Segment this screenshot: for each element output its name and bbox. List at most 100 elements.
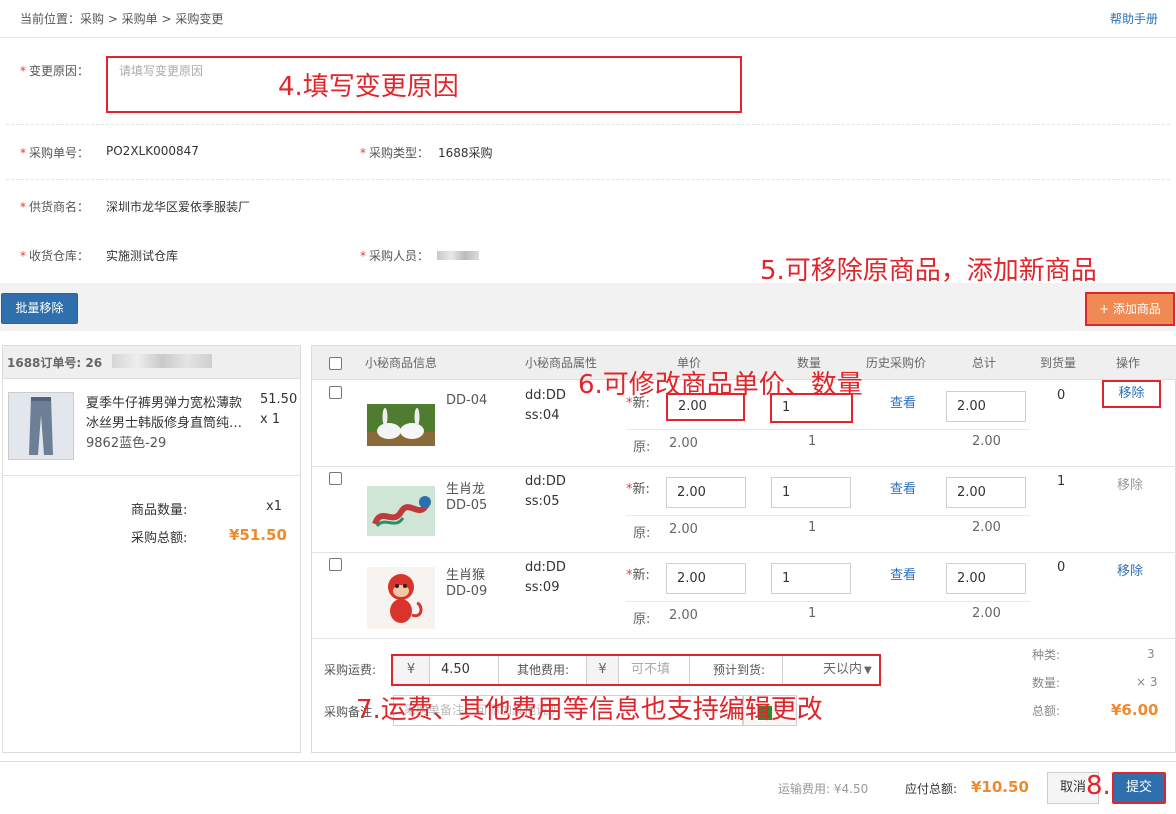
col-product-info: 小秘商品信息 (365, 356, 438, 370)
row-history-view-link[interactable]: 查看 (890, 564, 916, 583)
row-orig-total: 2.00 (972, 606, 1001, 621)
product-thumbnail-jeans (8, 392, 74, 460)
row-new-label: *新: (626, 482, 650, 497)
row-remove-link[interactable]: 移除 (1117, 560, 1143, 579)
row-qty-input[interactable]: 1 (771, 563, 851, 594)
shipping-fee-input[interactable]: 4.50 (441, 656, 497, 684)
submit-button[interactable]: 提交 (1112, 772, 1166, 804)
row-divider (312, 466, 1176, 467)
row-attr-1: dd:DD (525, 388, 566, 403)
row-qty-input[interactable]: 1 (770, 393, 853, 423)
col-history-price: 历史采购价 (866, 356, 927, 370)
row-attr-2: ss:09 (525, 580, 560, 595)
row-product-code: DD-09 (446, 584, 488, 599)
currency-symbol: ¥ (587, 656, 618, 684)
row-price-input[interactable]: 2.00 (666, 393, 745, 421)
row-orig-label: 原: (633, 440, 651, 455)
toolbar-band (0, 283, 1176, 331)
footer-payable-label: 应付总额: (905, 782, 958, 796)
order-total-label: 采购总额: (131, 531, 188, 546)
shipping-fee-label: 采购运费: (324, 663, 377, 677)
row-orig-qty: 1 (808, 520, 817, 535)
row-orig-price: 2.00 (669, 522, 698, 537)
row-new-label: *新: (626, 396, 650, 411)
product-thumbnail-monkey (367, 567, 435, 629)
row-price-input[interactable]: 2.00 (666, 477, 746, 508)
eta-label: 预计到货: (713, 663, 766, 677)
product-thumbnail-rabbits (367, 404, 435, 446)
divider (498, 656, 499, 684)
fee-bar: ¥ 4.50 其他费用: ¥ 可不填 预计到货: 天以内 ▼ (391, 654, 881, 686)
row-arrived: 0 (1057, 560, 1066, 575)
add-product-button[interactable]: + 添加商品 (1085, 292, 1175, 326)
po-value: PO2XLK000847 (106, 144, 199, 158)
row-orig-price: 2.00 (669, 608, 698, 623)
row-product-code: DD-05 (446, 498, 488, 513)
item-count-label: 商品数量: (131, 503, 188, 518)
row-attr-2: ss:04 (525, 408, 560, 423)
summary-qty-value: × 3 (1136, 675, 1158, 689)
row-orig-label: 原: (633, 612, 651, 627)
footer-shipping: 运输费用: ¥4.50 (778, 782, 869, 796)
product-price: 51.50 (260, 392, 298, 407)
row-arrived: 1 (1057, 474, 1066, 489)
order-total-value: ¥51.50 (229, 526, 287, 544)
row-arrived: 0 (1057, 388, 1066, 403)
row-attr-1: dd:DD (525, 474, 566, 489)
other-fee-input[interactable]: 可不填 (631, 656, 670, 684)
divider (782, 656, 783, 684)
help-link[interactable]: 帮助手册 (1110, 10, 1158, 27)
summary-total-label: 总额: (1032, 704, 1061, 718)
item-count-value: x1 (266, 499, 282, 514)
divider (626, 601, 1030, 602)
product-name-line1: 夏季牛仔裤男弹力宽松薄款 (86, 396, 243, 411)
row-checkbox[interactable] (329, 472, 342, 485)
warehouse-value: 实施测试仓库 (106, 249, 179, 263)
row-checkbox[interactable] (329, 386, 342, 399)
row-qty-input[interactable]: 1 (771, 477, 851, 508)
row-orig-qty: 1 (808, 606, 817, 621)
annotation-8: 8. (1086, 771, 1111, 801)
row-product-name: 生肖猴 (446, 568, 486, 583)
batch-remove-button[interactable]: 批量移除 (1, 293, 78, 324)
row-history-view-link[interactable]: 查看 (890, 392, 916, 411)
divider (626, 515, 1030, 516)
row-product-name: 生肖龙 (446, 482, 486, 497)
row-product-code: DD-04 (446, 393, 488, 408)
row-attr-1: dd:DD (525, 560, 566, 575)
col-actions: 操作 (1116, 356, 1141, 370)
other-fee-label: 其他费用: (517, 663, 570, 677)
row-remove-link[interactable]: 移除 (1102, 380, 1161, 408)
annotation-4: 4.填写变更原因 (278, 72, 459, 102)
row-total-input[interactable]: 2.00 (946, 477, 1026, 508)
divider (618, 656, 619, 684)
select-all-checkbox[interactable] (329, 357, 342, 370)
eta-select[interactable]: 天以内 ▼ (823, 656, 872, 684)
row-history-view-link[interactable]: 查看 (890, 478, 916, 497)
header-divider (0, 37, 1176, 38)
type-value: 1688采购 (438, 146, 493, 160)
summary-total-value: ¥6.00 (1111, 701, 1159, 719)
kinds-label: 种类: (1032, 648, 1061, 662)
row-divider (312, 638, 1176, 639)
buyer-label: * 采购人员： (360, 249, 430, 263)
row-divider (312, 552, 1176, 553)
row-total-input[interactable]: 2.00 (946, 391, 1026, 422)
col-arrived: 到货量 (1040, 356, 1077, 370)
row-price-input[interactable]: 2.00 (666, 563, 746, 594)
product-name-line2: 冰丝男士韩版修身直筒纯… (86, 416, 243, 431)
po-label: * 采购单号： (20, 146, 90, 160)
row-checkbox[interactable] (329, 558, 342, 571)
warehouse-label: * 收货仓库： (20, 249, 90, 263)
row-orig-total: 2.00 (972, 434, 1001, 449)
chevron-down-icon: ▼ (864, 665, 872, 676)
row-total-input[interactable]: 2.00 (946, 563, 1026, 594)
row-remove-link[interactable]: 移除 (1117, 474, 1143, 493)
kinds-value: 3 (1147, 647, 1155, 661)
divider (6, 179, 1170, 180)
divider (429, 656, 430, 684)
supplier-label: * 供货商名： (20, 200, 90, 214)
summary-qty-label: 数量: (1032, 676, 1061, 690)
buyer-avatar-blur (437, 251, 479, 260)
order-number-blur (112, 354, 212, 368)
